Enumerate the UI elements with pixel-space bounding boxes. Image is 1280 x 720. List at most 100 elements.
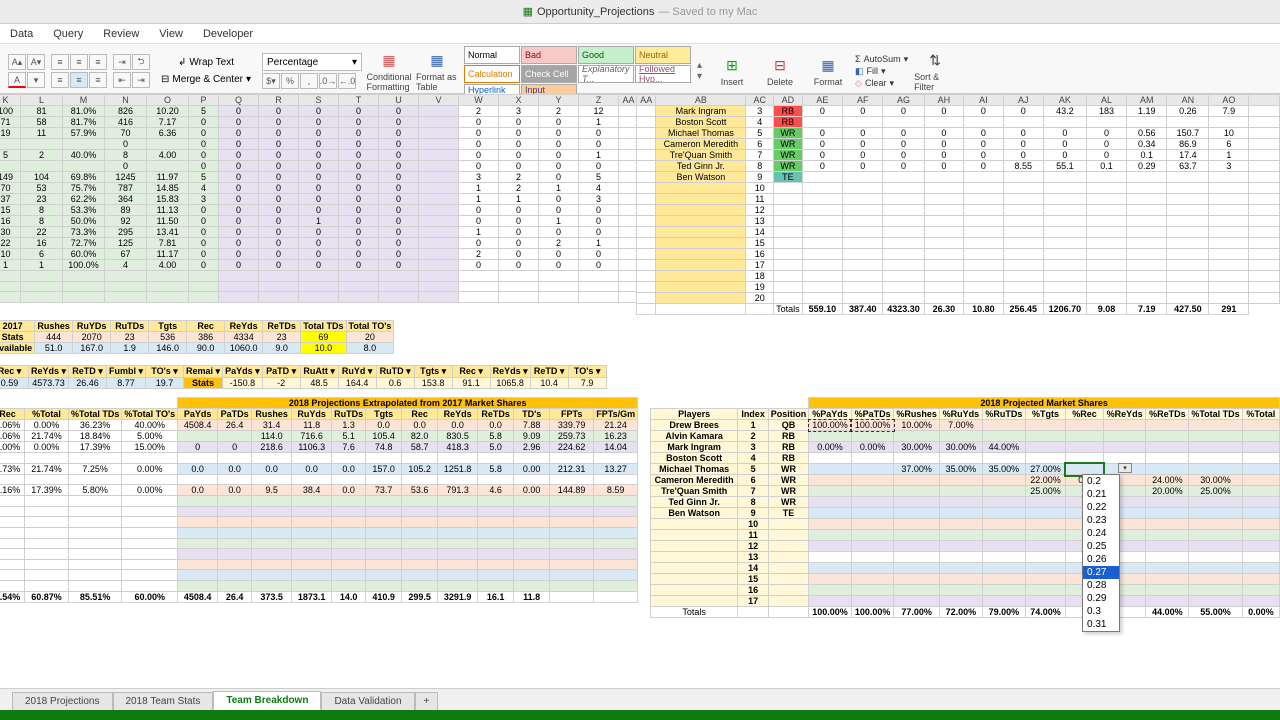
cell[interactable]: 0 bbox=[379, 106, 419, 117]
cell[interactable]: 5 bbox=[189, 106, 219, 117]
cell[interactable] bbox=[924, 249, 964, 260]
tab-2018-projections[interactable]: 2018 Projections bbox=[12, 692, 113, 710]
cell[interactable]: %Total bbox=[1242, 409, 1279, 420]
cell[interactable] bbox=[419, 205, 459, 216]
cell[interactable]: 0 bbox=[219, 238, 259, 249]
cell[interactable]: 8 bbox=[746, 161, 774, 172]
cell[interactable] bbox=[1043, 238, 1086, 249]
cell[interactable]: 416 bbox=[105, 117, 147, 128]
cell[interactable]: 826 bbox=[105, 106, 147, 117]
cell[interactable]: 787 bbox=[105, 183, 147, 194]
cell[interactable]: 0 bbox=[339, 227, 379, 238]
cell[interactable] bbox=[894, 563, 940, 574]
cell[interactable]: 0 bbox=[964, 128, 1004, 139]
cell[interactable]: -150.8 bbox=[223, 378, 263, 389]
cell[interactable] bbox=[594, 474, 638, 485]
cell[interactable]: 830.5 bbox=[438, 431, 478, 442]
cell[interactable] bbox=[802, 205, 842, 216]
cell[interactable]: 0 bbox=[579, 227, 619, 238]
cell[interactable] bbox=[774, 183, 803, 194]
cell[interactable]: 55.1 bbox=[1043, 161, 1086, 172]
cell[interactable]: 0 bbox=[299, 117, 339, 128]
menu-data[interactable]: Data bbox=[10, 28, 33, 40]
col-header[interactable]: W bbox=[459, 95, 499, 106]
cell[interactable] bbox=[1003, 249, 1043, 260]
cell[interactable] bbox=[594, 538, 638, 549]
cell[interactable]: 10 bbox=[746, 183, 774, 194]
cell[interactable] bbox=[894, 475, 940, 486]
col-header[interactable]: Q bbox=[219, 95, 259, 106]
cell[interactable] bbox=[1167, 249, 1209, 260]
cell[interactable]: 89 bbox=[105, 205, 147, 216]
cell[interactable] bbox=[69, 549, 122, 560]
cell[interactable] bbox=[637, 205, 656, 216]
cell[interactable] bbox=[594, 559, 638, 570]
cell[interactable]: 0 bbox=[259, 216, 299, 227]
cell[interactable]: 81.0% bbox=[63, 106, 105, 117]
cell[interactable] bbox=[883, 238, 924, 249]
cell[interactable]: 9.0 bbox=[263, 343, 301, 354]
cell[interactable]: 410.9 bbox=[366, 591, 402, 602]
cell[interactable]: 0.0 bbox=[252, 463, 292, 474]
cell[interactable]: 0 bbox=[339, 172, 379, 183]
cell[interactable]: 5 bbox=[189, 172, 219, 183]
cell[interactable] bbox=[594, 453, 638, 464]
cell[interactable]: 4 bbox=[746, 117, 774, 128]
cell[interactable] bbox=[218, 506, 252, 517]
cell[interactable]: 55.00% bbox=[1189, 607, 1242, 618]
cell[interactable]: 21.74% bbox=[25, 463, 69, 474]
cell[interactable] bbox=[1025, 563, 1065, 574]
cell[interactable]: 0 bbox=[339, 106, 379, 117]
cell[interactable]: 0 bbox=[802, 139, 842, 150]
cell[interactable]: 114.0 bbox=[252, 431, 292, 442]
cell[interactable] bbox=[802, 238, 842, 249]
cell[interactable] bbox=[774, 227, 803, 238]
cell[interactable]: Mark Ingram bbox=[656, 106, 746, 117]
cell[interactable]: 0 bbox=[219, 194, 259, 205]
cell[interactable] bbox=[25, 538, 69, 549]
cell[interactable] bbox=[1066, 431, 1104, 442]
cell[interactable] bbox=[1189, 442, 1242, 453]
cell-styles-gallery[interactable]: Normal Bad Good Neutral Calculation Chec… bbox=[464, 46, 691, 96]
cell[interactable] bbox=[637, 172, 656, 183]
cell[interactable] bbox=[332, 517, 366, 528]
style-check-cell[interactable]: Check Cell bbox=[521, 65, 577, 83]
cell[interactable]: 167.0 bbox=[73, 343, 111, 354]
cell[interactable]: 7.88 bbox=[514, 420, 550, 431]
cell[interactable]: 1065.8 bbox=[490, 378, 530, 389]
cell[interactable]: 1.54% bbox=[0, 591, 25, 602]
cell[interactable]: 0 bbox=[219, 260, 259, 271]
cell[interactable]: Rushes bbox=[252, 409, 292, 420]
cell[interactable]: 0 bbox=[379, 150, 419, 161]
cell[interactable]: ReTD ▾ bbox=[69, 366, 107, 378]
cell[interactable] bbox=[539, 292, 579, 303]
cell[interactable]: ReTD ▾ bbox=[530, 366, 568, 378]
cell[interactable]: 0 bbox=[499, 128, 539, 139]
cell[interactable] bbox=[1146, 563, 1189, 574]
cell[interactable] bbox=[1209, 216, 1249, 227]
cell[interactable] bbox=[883, 194, 924, 205]
cell[interactable]: WR bbox=[768, 497, 809, 508]
cell[interactable]: 0 bbox=[219, 216, 259, 227]
number-format-buttons[interactable]: $▾%,.0→←.0 bbox=[262, 73, 362, 89]
col-header[interactable]: T bbox=[339, 95, 379, 106]
cell[interactable]: Tgts bbox=[366, 409, 402, 420]
cell[interactable] bbox=[924, 238, 964, 249]
cell[interactable] bbox=[1066, 442, 1104, 453]
cell[interactable]: 1.9 bbox=[111, 343, 149, 354]
cell[interactable] bbox=[1249, 128, 1280, 139]
cell[interactable] bbox=[1025, 530, 1065, 541]
cell[interactable] bbox=[514, 570, 550, 581]
cell[interactable] bbox=[332, 570, 366, 581]
cell[interactable]: 1 bbox=[459, 227, 499, 238]
cell[interactable]: 0 bbox=[459, 161, 499, 172]
cell[interactable]: 10 bbox=[1209, 128, 1249, 139]
cell[interactable] bbox=[539, 271, 579, 282]
cell[interactable] bbox=[1189, 431, 1242, 442]
cell[interactable]: 11 bbox=[21, 128, 63, 139]
cell[interactable] bbox=[809, 431, 851, 442]
cell[interactable] bbox=[252, 496, 292, 507]
cell[interactable]: 91.1 bbox=[452, 378, 490, 389]
dropdown-option[interactable]: 0.31 bbox=[1083, 618, 1119, 631]
cell[interactable]: WR bbox=[768, 475, 809, 486]
